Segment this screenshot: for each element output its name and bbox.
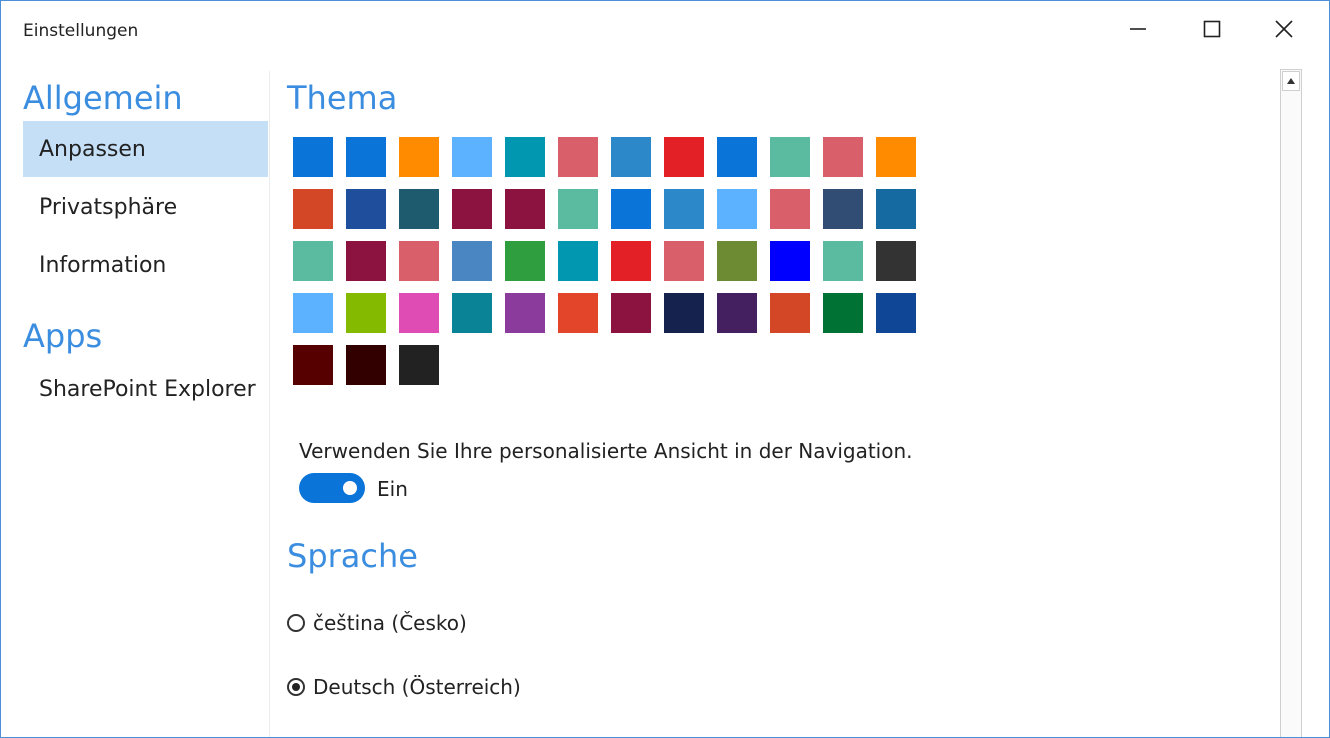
theme-color-swatch[interactable] xyxy=(876,293,916,333)
language-option-label: čeština (Česko) xyxy=(313,611,467,635)
maximize-icon xyxy=(1203,20,1221,38)
theme-color-swatch[interactable] xyxy=(399,241,439,281)
language-option-label: Deutsch (Österreich) xyxy=(313,675,521,699)
close-button[interactable] xyxy=(1259,11,1309,47)
theme-color-swatch[interactable] xyxy=(293,293,333,333)
sidebar: Allgemein Anpassen Privatsphäre Informat… xyxy=(1,59,269,737)
theme-color-swatch[interactable] xyxy=(346,189,386,229)
theme-color-swatch[interactable] xyxy=(505,241,545,281)
theme-color-swatch[interactable] xyxy=(664,137,704,177)
theme-color-swatch[interactable] xyxy=(452,241,492,281)
sidebar-item-privatsphaere[interactable]: Privatsphäre xyxy=(23,179,268,235)
theme-color-swatch[interactable] xyxy=(505,137,545,177)
minimize-icon xyxy=(1130,28,1146,30)
theme-color-swatch[interactable] xyxy=(452,137,492,177)
navigation-toggle-state: Ein xyxy=(377,477,408,501)
minimize-button[interactable] xyxy=(1113,11,1163,47)
theme-color-swatch[interactable] xyxy=(399,189,439,229)
radio-button-checked[interactable] xyxy=(287,678,305,696)
theme-color-swatch[interactable] xyxy=(664,241,704,281)
theme-color-swatch[interactable] xyxy=(823,189,863,229)
window-title: Einstellungen xyxy=(23,21,139,41)
theme-color-swatch[interactable] xyxy=(611,293,651,333)
theme-color-swatch[interactable] xyxy=(876,137,916,177)
theme-color-swatch[interactable] xyxy=(717,137,757,177)
maximize-button[interactable] xyxy=(1187,11,1237,47)
language-heading: Sprache xyxy=(287,537,418,575)
sidebar-section-allgemein: Allgemein xyxy=(23,79,183,117)
sidebar-section-apps: Apps xyxy=(23,317,103,355)
theme-heading: Thema xyxy=(287,79,398,117)
theme-color-swatch[interactable] xyxy=(717,189,757,229)
theme-color-swatch[interactable] xyxy=(505,293,545,333)
theme-color-swatch[interactable] xyxy=(346,345,386,385)
theme-color-swatch[interactable] xyxy=(770,241,810,281)
sidebar-item-sharepoint-explorer[interactable]: SharePoint Explorer xyxy=(23,361,268,417)
theme-color-swatch[interactable] xyxy=(876,189,916,229)
theme-color-swatch[interactable] xyxy=(558,137,598,177)
theme-color-swatch[interactable] xyxy=(346,137,386,177)
theme-color-swatch[interactable] xyxy=(399,137,439,177)
theme-color-swatch[interactable] xyxy=(293,189,333,229)
settings-window: Einstellungen Allgemein Anpassen Privats… xyxy=(0,0,1330,738)
theme-color-swatch[interactable] xyxy=(717,241,757,281)
theme-color-swatch[interactable] xyxy=(611,137,651,177)
theme-color-swatch[interactable] xyxy=(558,189,598,229)
navigation-toggle-label: Verwenden Sie Ihre personalisierte Ansic… xyxy=(299,439,913,463)
theme-color-swatch[interactable] xyxy=(346,241,386,281)
navigation-toggle[interactable] xyxy=(299,473,365,503)
scroll-up-arrow-icon xyxy=(1287,78,1295,84)
theme-color-swatch[interactable] xyxy=(876,241,916,281)
theme-color-swatch[interactable] xyxy=(452,189,492,229)
theme-color-swatch[interactable] xyxy=(558,241,598,281)
theme-color-swatch[interactable] xyxy=(770,293,810,333)
theme-color-swatch[interactable] xyxy=(293,345,333,385)
theme-color-swatch[interactable] xyxy=(717,293,757,333)
sidebar-item-information[interactable]: Information xyxy=(23,237,268,293)
theme-color-swatch[interactable] xyxy=(346,293,386,333)
theme-color-swatch[interactable] xyxy=(823,293,863,333)
theme-color-swatch[interactable] xyxy=(664,189,704,229)
language-option-deutsch[interactable]: Deutsch (Österreich) xyxy=(287,675,521,699)
radio-button[interactable] xyxy=(287,614,305,632)
theme-color-swatch[interactable] xyxy=(770,189,810,229)
theme-color-swatch[interactable] xyxy=(399,293,439,333)
theme-color-swatch[interactable] xyxy=(293,137,333,177)
theme-color-swatch[interactable] xyxy=(611,241,651,281)
theme-color-swatch[interactable] xyxy=(770,137,810,177)
theme-color-swatch[interactable] xyxy=(558,293,598,333)
vertical-scrollbar[interactable] xyxy=(1280,69,1302,737)
theme-color-swatch[interactable] xyxy=(293,241,333,281)
sidebar-item-anpassen[interactable]: Anpassen xyxy=(23,121,268,177)
theme-color-swatch[interactable] xyxy=(399,345,439,385)
toggle-knob xyxy=(343,481,357,495)
theme-color-swatch[interactable] xyxy=(452,293,492,333)
theme-color-swatch[interactable] xyxy=(823,137,863,177)
title-bar: Einstellungen xyxy=(1,1,1329,59)
theme-color-swatch[interactable] xyxy=(664,293,704,333)
theme-color-swatch[interactable] xyxy=(823,241,863,281)
sidebar-divider xyxy=(269,71,270,737)
theme-color-swatch[interactable] xyxy=(611,189,651,229)
scroll-up-button[interactable] xyxy=(1282,71,1300,91)
close-icon xyxy=(1275,20,1293,38)
settings-content: Thema Verwenden Sie Ihre personalisierte… xyxy=(287,59,1267,737)
language-option-cestina[interactable]: čeština (Česko) xyxy=(287,611,467,635)
theme-color-swatch[interactable] xyxy=(505,189,545,229)
